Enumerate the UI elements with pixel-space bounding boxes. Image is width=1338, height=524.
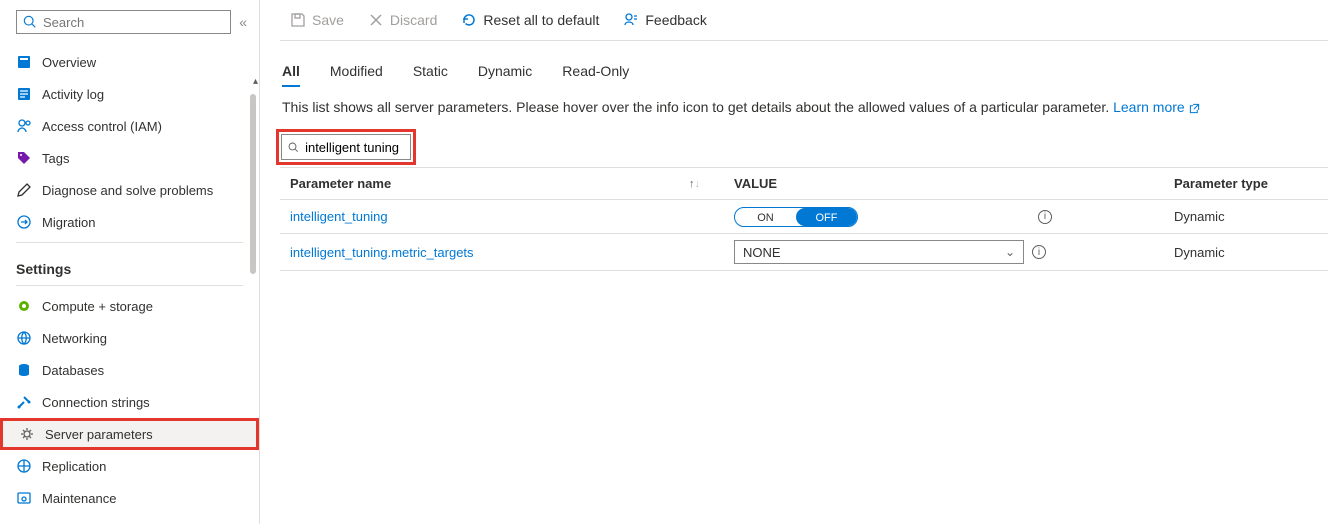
col-parameter-name[interactable]: Parameter name ↑↓ [280, 176, 720, 191]
table-row: intelligent_tuning.metric_targets NONE⌄ i… [280, 234, 1328, 271]
external-link-icon [1189, 103, 1200, 114]
nav-item-label: Networking [42, 331, 107, 346]
nav-item-label: Connection strings [42, 395, 150, 410]
tab-read-only[interactable]: Read-Only [562, 63, 629, 87]
nav-item-activity-log[interactable]: Activity log [0, 78, 259, 110]
nav-item-label: Diagnose and solve problems [42, 183, 213, 198]
search-icon [288, 141, 299, 154]
feedback-button[interactable]: Feedback [623, 12, 706, 28]
main-content: Save Discard Reset all to default Feedba… [260, 0, 1338, 524]
diagnose-icon [16, 182, 32, 198]
nav-item-label: Tags [42, 151, 69, 166]
nav-item-label: Activity log [42, 87, 104, 102]
tab-all[interactable]: All [282, 63, 300, 87]
nav-item-label: Overview [42, 55, 96, 70]
grid-body: intelligent_tuning ONOFF i Dynamic intell… [280, 200, 1328, 271]
nav-section: Settings [0, 247, 259, 281]
info-icon[interactable]: i [1038, 210, 1052, 224]
nav-item-migration[interactable]: Migration [0, 206, 259, 238]
param-link[interactable]: intelligent_tuning [290, 209, 388, 224]
nav-item-access-control-iam-[interactable]: Access control (IAM) [0, 110, 259, 142]
discard-icon [368, 12, 384, 28]
sort-icon[interactable]: ↑↓ [689, 178, 700, 190]
toggle-intelligent_tuning[interactable]: ONOFF [734, 207, 858, 227]
nav-item-label: Maintenance [42, 491, 116, 506]
nav-item-label: Compute + storage [42, 299, 153, 314]
feedback-icon [623, 12, 639, 28]
nav-item-label: Server parameters [45, 427, 153, 442]
col-value[interactable]: VALUE [720, 176, 1170, 191]
filter-input-wrapper[interactable] [281, 134, 411, 160]
nav-item-label: Access control (IAM) [42, 119, 162, 134]
description-text: This list shows all server parameters. P… [282, 99, 1113, 115]
activity-icon [16, 86, 32, 102]
param-link[interactable]: intelligent_tuning.metric_targets [290, 245, 474, 260]
conn-icon [16, 394, 32, 410]
learn-more-link[interactable]: Learn more [1113, 99, 1199, 115]
compute-icon [16, 298, 32, 314]
nav-item-diagnose-and-solve-problems[interactable]: Diagnose and solve problems [0, 174, 259, 206]
search-icon [23, 15, 37, 29]
discard-label: Discard [390, 12, 437, 28]
databases-icon [16, 362, 32, 378]
replication-icon [16, 458, 32, 474]
col-parameter-type[interactable]: Parameter type [1170, 176, 1328, 191]
nav-item-compute-storage[interactable]: Compute + storage [0, 290, 259, 322]
tab-dynamic[interactable]: Dynamic [478, 63, 532, 87]
reset-label: Reset all to default [483, 12, 599, 28]
tab-modified[interactable]: Modified [330, 63, 383, 87]
nav-item-tags[interactable]: Tags [0, 142, 259, 174]
filter-highlight [276, 129, 416, 165]
chevron-down-icon: ⌄ [1005, 245, 1015, 259]
migration-icon [16, 214, 32, 230]
nav-item-high-availability[interactable]: High availability [0, 514, 259, 524]
networking-icon [16, 330, 32, 346]
reset-icon [461, 12, 477, 28]
params-icon [19, 426, 35, 442]
sidebar-search-input[interactable] [43, 15, 224, 30]
tab-bar: All Modified Static Dynamic Read-Only [282, 63, 1328, 87]
sidebar-search[interactable] [16, 10, 231, 34]
sidebar-nav: ▴ Overview Activity log Access control (IA… [0, 46, 259, 524]
nav-item-label: Databases [42, 363, 104, 378]
collapse-sidebar-icon[interactable]: « [239, 14, 247, 30]
scroll-arrow-up-icon[interactable]: ▴ [253, 76, 258, 87]
nav-item-label: Replication [42, 459, 106, 474]
description: This list shows all server parameters. P… [282, 99, 1328, 115]
save-label: Save [312, 12, 344, 28]
filter-input[interactable] [305, 140, 404, 155]
overview-icon [16, 54, 32, 70]
toolbar: Save Discard Reset all to default Feedba… [280, 6, 1328, 41]
tab-static[interactable]: Static [413, 63, 448, 87]
param-type: Dynamic [1170, 209, 1328, 224]
nav-item-networking[interactable]: Networking [0, 322, 259, 354]
save-icon [290, 12, 306, 28]
nav-item-server-parameters[interactable]: Server parameters [0, 418, 259, 450]
save-button[interactable]: Save [290, 12, 344, 28]
maintenance-icon [16, 490, 32, 506]
grid-header: Parameter name ↑↓ VALUE Parameter type [280, 167, 1328, 200]
discard-button[interactable]: Discard [368, 12, 437, 28]
scroll-thumb[interactable] [250, 94, 256, 274]
nav-item-databases[interactable]: Databases [0, 354, 259, 386]
param-type: Dynamic [1170, 245, 1328, 260]
sidebar: « ▴ Overview Activity log Access control (… [0, 0, 260, 524]
access-icon [16, 118, 32, 134]
tags-icon [16, 150, 32, 166]
nav-item-connection-strings[interactable]: Connection strings [0, 386, 259, 418]
info-icon[interactable]: i [1032, 245, 1046, 259]
select-intelligent_tuning.metric_targets[interactable]: NONE⌄ [734, 240, 1024, 264]
reset-button[interactable]: Reset all to default [461, 12, 599, 28]
table-row: intelligent_tuning ONOFF i Dynamic [280, 200, 1328, 234]
nav-item-label: Migration [42, 215, 95, 230]
feedback-label: Feedback [645, 12, 706, 28]
nav-item-maintenance[interactable]: Maintenance [0, 482, 259, 514]
nav-item-overview[interactable]: Overview [0, 46, 259, 78]
nav-item-replication[interactable]: Replication [0, 450, 259, 482]
